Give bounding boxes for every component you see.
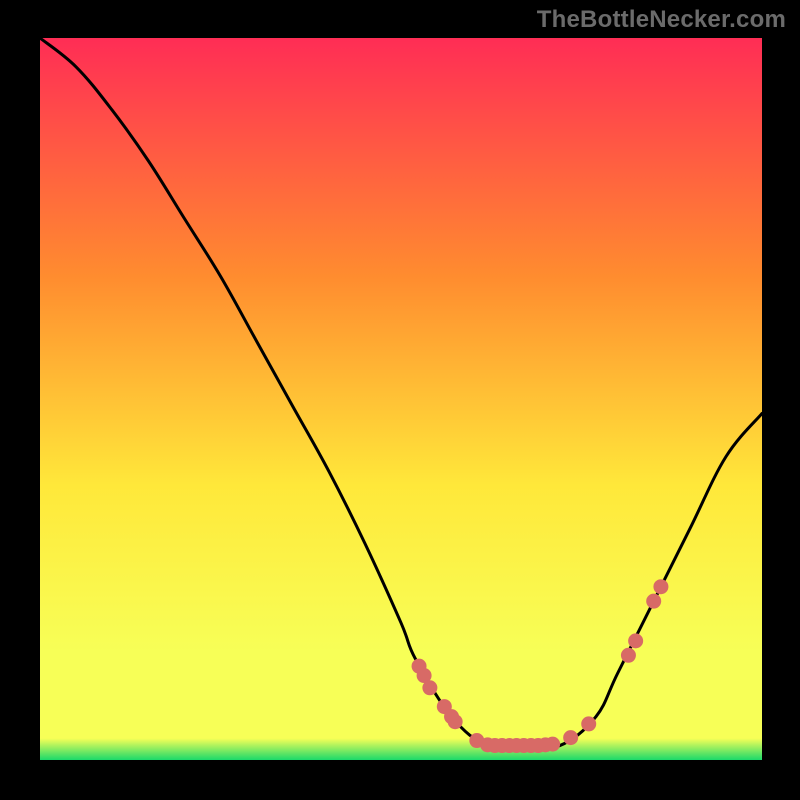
curve-marker	[628, 633, 643, 648]
curve-marker	[581, 716, 596, 731]
watermark-text: TheBottleNecker.com	[537, 6, 786, 34]
curve-marker	[563, 730, 578, 745]
bottleneck-chart	[0, 0, 800, 800]
plot-background	[40, 38, 762, 760]
chart-stage: TheBottleNecker.com	[0, 0, 800, 800]
curve-marker	[653, 579, 668, 594]
curve-marker	[422, 680, 437, 695]
curve-marker	[646, 594, 661, 609]
curve-marker	[621, 648, 636, 663]
curve-marker	[448, 714, 463, 729]
curve-marker	[545, 737, 560, 752]
